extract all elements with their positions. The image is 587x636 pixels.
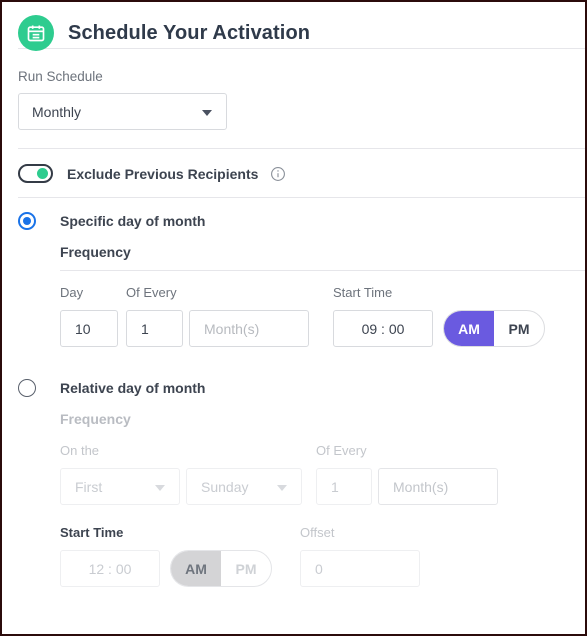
relative-start-time-label: Start Time [60,525,124,540]
relative-am-button[interactable]: AM [171,551,221,586]
weekday-spacer-label [186,443,302,459]
specific-day-field-row: Day 10 Of Every 1 Month(s) Start Time 09… [60,285,585,347]
ampm-toggle[interactable]: AM PM [443,310,545,347]
relative-day-radio[interactable] [18,379,36,397]
relative-of-every-input[interactable]: 1 [316,468,372,505]
of-every-field-group: Of Every 1 [126,285,183,347]
chevron-down-icon [202,109,212,116]
ampm-spacer-label [443,285,545,301]
exclude-previous-recipients-row: Exclude Previous Recipients [2,149,585,197]
specific-day-frequency-heading: Frequency [60,244,131,260]
panel-header: Schedule Your Activation [2,2,585,51]
specific-day-radio[interactable] [18,212,36,230]
chevron-down-icon [277,484,287,491]
on-the-label: On the [60,443,100,458]
day-field-group: Day 10 [60,285,118,347]
relative-day-field-row-1: On the First Sunday Of Every 1 Month(s) [60,443,585,505]
start-time-field-group: Start Time 09 : 00 [333,285,433,347]
run-schedule-value: Monthly [32,103,82,120]
am-button[interactable]: AM [444,311,494,346]
run-schedule-select[interactable]: Monthly [18,93,227,130]
relative-months-field-group: Month(s) [378,443,498,505]
relative-start-time-input[interactable]: 12 : 00 [60,550,160,587]
run-schedule-section: Run Schedule Monthly [2,49,585,148]
relative-of-every-label: Of Every [316,443,367,458]
weekday-select[interactable]: Sunday [186,468,302,505]
relative-pm-button[interactable]: PM [221,551,271,586]
page-title: Schedule Your Activation [68,21,311,44]
pm-button[interactable]: PM [494,311,544,346]
calendar-icon [18,15,54,51]
specific-day-fields: Day 10 Of Every 1 Month(s) Start Time 09… [2,271,585,347]
relative-day-fields: On the First Sunday Of Every 1 Month(s) … [2,437,585,587]
relative-start-time-field-group: Start Time 12 : 00 [60,525,160,587]
of-every-label: Of Every [126,285,177,300]
relative-ampm-spacer-label [170,525,272,541]
on-the-select[interactable]: First [60,468,180,505]
radio-dot [23,217,31,225]
ampm-field-group: AM PM [443,285,545,347]
weekday-value: Sunday [201,478,249,495]
start-time-input[interactable]: 09 : 00 [333,310,433,347]
on-the-value: First [75,478,103,495]
exclude-previous-recipients-toggle[interactable] [18,164,53,183]
start-time-label: Start Time [333,285,393,300]
relative-months-unit-input[interactable]: Month(s) [378,468,498,505]
specific-day-label: Specific day of month [60,213,206,229]
months-unit-input[interactable]: Month(s) [189,310,309,347]
specific-day-radio-row[interactable]: Specific day of month [2,198,585,230]
relative-day-label: Relative day of month [60,380,206,396]
relative-ampm-toggle[interactable]: AM PM [170,550,272,587]
on-the-field-group: On the First [60,443,180,505]
relative-months-spacer-label [378,443,498,459]
relative-of-every-field-group: Of Every 1 [316,443,372,505]
offset-label: Offset [300,525,335,540]
of-every-input[interactable]: 1 [126,310,183,347]
offset-field-group: Offset 0 [300,525,420,587]
day-label: Day [60,285,84,300]
exclude-previous-recipients-label: Exclude Previous Recipients [67,165,259,182]
day-input[interactable]: 10 [60,310,118,347]
relative-day-radio-row[interactable]: Relative day of month [2,347,585,397]
relative-ampm-field-group: AM PM [170,525,272,587]
relative-day-field-row-2: Start Time 12 : 00 AM PM Offset 0 [60,525,585,587]
chevron-down-icon [155,484,165,491]
months-field-group: Month(s) [189,285,309,347]
offset-input[interactable]: 0 [300,550,420,587]
run-schedule-label: Run Schedule [18,69,103,84]
schedule-activation-panel: Schedule Your Activation Run Schedule Mo… [0,0,587,636]
relative-day-frequency-heading: Frequency [60,411,131,427]
weekday-field-group: Sunday [186,443,302,505]
months-spacer-label [189,285,309,301]
info-icon[interactable] [270,166,286,182]
toggle-knob [37,168,48,179]
